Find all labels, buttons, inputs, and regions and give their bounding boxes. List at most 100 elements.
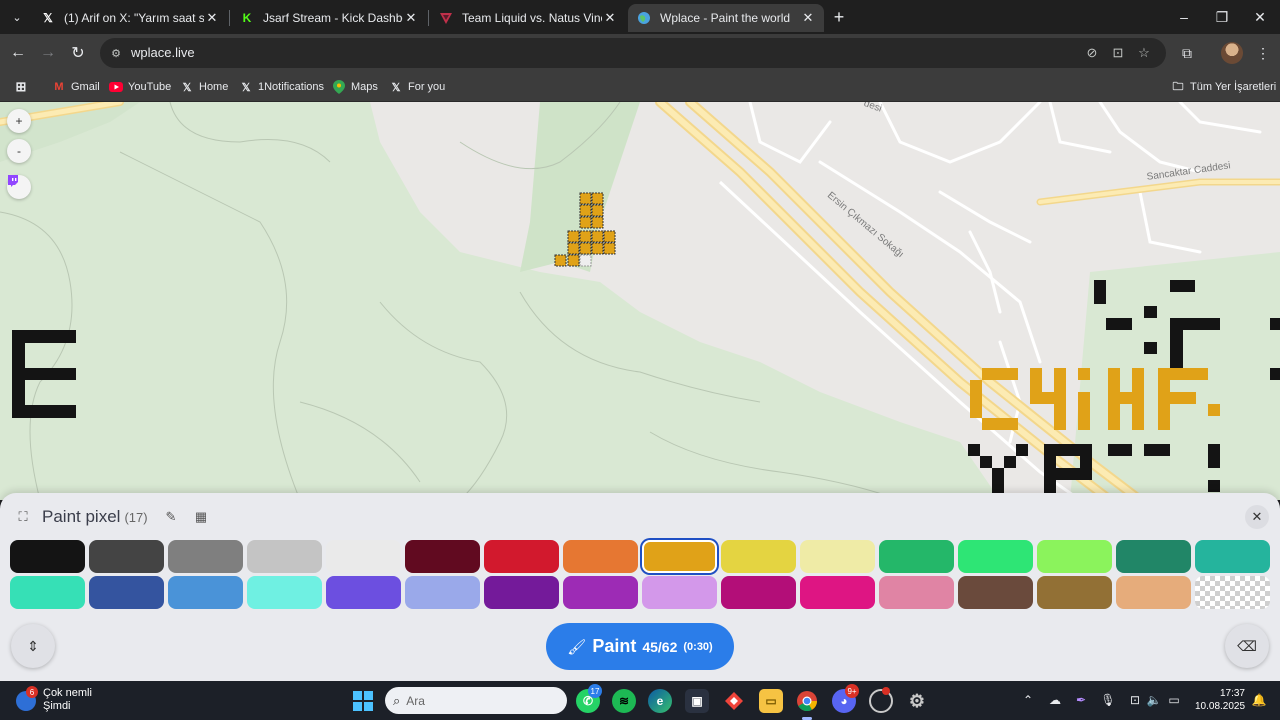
color-swatch[interactable] <box>721 576 796 609</box>
chrome-icon[interactable] <box>795 689 819 713</box>
close-tab-icon[interactable]: ✕ <box>403 10 419 26</box>
color-swatch[interactable] <box>1037 576 1112 609</box>
store-icon[interactable]: ▣ <box>685 689 709 713</box>
color-swatch[interactable] <box>879 576 954 609</box>
close-tab-icon[interactable]: ✕ <box>602 10 618 26</box>
edge-icon[interactable]: e <box>648 689 672 713</box>
close-tab-icon[interactable]: ✕ <box>204 10 220 26</box>
back-icon[interactable]: ← <box>7 42 29 64</box>
profile-avatar[interactable] <box>1221 42 1243 64</box>
color-swatch[interactable] <box>958 576 1033 609</box>
microphone-icon[interactable]: 🎙 <box>1099 691 1117 709</box>
color-swatch[interactable] <box>10 576 85 609</box>
taskbar-search[interactable]: ⌕ Ara <box>385 687 567 714</box>
color-swatch[interactable] <box>642 540 717 573</box>
all-bookmarks-folder[interactable]: 🗀 Tüm Yer İşaretleri <box>1171 77 1277 97</box>
eraser-icon: ⌫ <box>1237 637 1257 654</box>
x-icon: 𝕏 <box>391 81 401 94</box>
site-info-icon[interactable]: ⚙ <box>108 45 124 61</box>
spotify-icon[interactable]: ≋ <box>612 689 636 713</box>
install-app-icon[interactable]: ⊡ <box>1109 44 1127 62</box>
color-swatch[interactable] <box>405 540 480 573</box>
color-swatch[interactable] <box>247 576 322 609</box>
clock[interactable]: 17:37 10.08.2025 <box>1195 687 1245 713</box>
color-swatch[interactable] <box>1037 540 1112 573</box>
bookmark-for-you[interactable]: 𝕏 For you <box>389 77 446 97</box>
zoom-out-button[interactable]: - <box>7 139 31 163</box>
color-swatch[interactable] <box>168 576 243 609</box>
bookmark-star-icon[interactable]: ☆ <box>1135 44 1153 62</box>
anydesk-icon[interactable] <box>722 689 746 713</box>
notification-bell-icon[interactable]: 🔔 <box>1250 691 1268 709</box>
paint-button[interactable]: 🖌 Paint 45/62 (0:30) <box>546 623 734 670</box>
bookmark-youtube[interactable]: YouTube <box>109 77 171 97</box>
color-swatch[interactable] <box>168 540 243 573</box>
tab-arif-x[interactable]: 𝕏 (1) Arif on X: "Yarım saat sonra v ✕ <box>32 4 228 32</box>
color-swatch[interactable] <box>642 576 717 609</box>
fullscreen-icon[interactable]: ⛶ <box>12 506 34 528</box>
windows-start-icon[interactable] <box>351 689 375 713</box>
extensions-icon[interactable]: ⧉ <box>1176 42 1198 64</box>
bookmark-gmail[interactable]: M Gmail <box>52 77 99 97</box>
color-swatch[interactable] <box>484 540 559 573</box>
color-swatch[interactable] <box>89 576 164 609</box>
menu-icon[interactable]: ⋮ <box>1252 42 1274 64</box>
cloud-icon[interactable]: ☁ <box>1046 691 1064 709</box>
eyedropper-icon[interactable]: ✎ <box>160 506 182 528</box>
tab-search-icon[interactable]: ⌄ <box>6 6 28 28</box>
eraser-button[interactable]: ⌫ <box>1225 624 1269 668</box>
x-icon: 𝕏 <box>182 81 192 94</box>
color-swatch[interactable] <box>800 576 875 609</box>
tracking-protection-icon[interactable]: ⊘ <box>1083 44 1101 62</box>
color-swatch[interactable] <box>405 576 480 609</box>
color-swatch[interactable] <box>10 540 85 573</box>
bookmark-maps[interactable]: Maps <box>332 77 378 97</box>
pen-icon[interactable]: ✒ <box>1072 691 1090 709</box>
bookmark-notifications[interactable]: 𝕏 1Notifications <box>239 77 324 97</box>
tab-wplace[interactable]: Wplace - Paint the world ✕ <box>628 4 824 32</box>
color-swatch[interactable] <box>721 540 796 573</box>
palette-grid-icon[interactable]: ▦ <box>190 506 212 528</box>
expand-panel-button[interactable]: ⇕ <box>11 624 55 668</box>
apps-grid-icon[interactable]: ⊞ <box>14 77 33 97</box>
tab-liquipedia[interactable]: Team Liquid vs. Natus Vincere | ✕ <box>430 4 626 32</box>
color-swatch[interactable] <box>958 540 1033 573</box>
zoom-in-button[interactable]: + <box>7 109 31 133</box>
color-swatch[interactable] <box>1195 540 1270 573</box>
close-tab-icon[interactable]: ✕ <box>800 10 816 26</box>
url-text[interactable]: wplace.live <box>131 45 195 60</box>
color-swatch[interactable] <box>247 540 322 573</box>
new-tab-icon[interactable]: + <box>830 7 848 28</box>
tab-title: (1) Arif on X: "Yarım saat sonra v <box>64 11 204 25</box>
minimize-icon[interactable]: – <box>1173 6 1195 28</box>
color-swatch[interactable] <box>484 576 559 609</box>
address-bar[interactable]: ⚙ wplace.live ⊘ ⊡ ☆ <box>100 38 1166 68</box>
color-swatch[interactable] <box>326 576 401 609</box>
twitch-button[interactable] <box>7 175 31 199</box>
network-icon[interactable]: ⊡ <box>1126 691 1144 709</box>
volume-icon[interactable]: 🔈 <box>1145 691 1163 709</box>
color-swatch-transparent[interactable] <box>1195 576 1270 609</box>
reload-icon[interactable]: ↻ <box>67 42 89 64</box>
color-swatch[interactable] <box>326 540 401 573</box>
color-swatch[interactable] <box>879 540 954 573</box>
settings-gear-icon[interactable]: ⚙ <box>905 689 929 713</box>
battery-icon[interactable]: ▭ <box>1165 691 1183 709</box>
paint-charges: 45/62 <box>642 638 678 655</box>
color-swatch[interactable] <box>1116 540 1191 573</box>
close-panel-button[interactable]: ✕ <box>1245 505 1269 529</box>
color-swatch[interactable] <box>800 540 875 573</box>
color-swatch[interactable] <box>563 540 638 573</box>
restore-icon[interactable]: ❐ <box>1211 6 1233 28</box>
weather-widget[interactable]: Çok nemli Şimdi <box>43 687 92 713</box>
forward-icon[interactable]: → <box>37 42 59 64</box>
tray-overflow-icon[interactable]: ⌃ <box>1019 691 1037 709</box>
file-explorer-icon[interactable]: ▭ <box>759 689 783 713</box>
bookmark-home[interactable]: 𝕏 Home <box>180 77 229 97</box>
color-swatch[interactable] <box>1116 576 1191 609</box>
tab-kick-dashboard[interactable]: K Jsarf Stream - Kick Dashboard ✕ <box>231 4 427 32</box>
map-canvas[interactable]: Ersin Çıkmazı Sokağı Sancaktar Caddesi d… <box>0 102 1280 500</box>
color-swatch[interactable] <box>89 540 164 573</box>
color-swatch[interactable] <box>563 576 638 609</box>
close-window-icon[interactable]: ✕ <box>1249 6 1271 28</box>
